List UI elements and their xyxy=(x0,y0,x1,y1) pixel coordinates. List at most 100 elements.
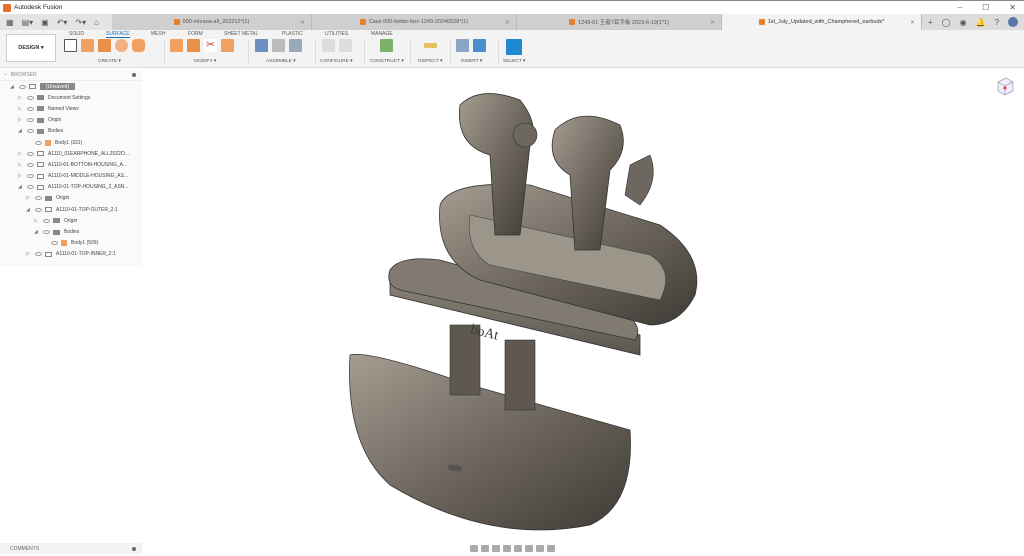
grid-settings-icon[interactable] xyxy=(536,545,544,552)
expanded-arrow-icon[interactable]: ◢ xyxy=(18,128,24,134)
pan-icon[interactable] xyxy=(492,545,500,552)
tab-manage[interactable]: MANAGE xyxy=(371,31,393,37)
delete-face-icon[interactable] xyxy=(187,39,200,52)
browser-tree-item[interactable]: ▷ A1110-01-TOP-INNER_2:1 xyxy=(0,249,142,260)
notifications-icon[interactable]: 🔔 xyxy=(976,18,986,27)
visibility-eye-icon[interactable] xyxy=(27,162,34,167)
new-component-icon[interactable] xyxy=(255,39,268,52)
loft-icon[interactable] xyxy=(132,39,145,52)
construct-group-label[interactable]: CONSTRUCT ▾ xyxy=(370,59,404,64)
visibility-eye-icon[interactable] xyxy=(35,207,42,212)
close-tab-icon[interactable]: ✕ xyxy=(300,19,305,26)
browser-tree-item[interactable]: ◢ (Unsaved) xyxy=(0,81,142,92)
browser-tree-item[interactable]: ▷ Origin xyxy=(0,215,142,226)
apps-grid-icon[interactable]: ▦ xyxy=(6,18,14,27)
assemble-group-label[interactable]: ASSEMBLE ▾ xyxy=(266,59,296,64)
collapsed-arrow-icon[interactable]: ▷ xyxy=(18,95,24,101)
expanded-arrow-icon[interactable]: ◢ xyxy=(10,84,16,90)
collapsed-arrow-icon[interactable]: ▷ xyxy=(18,162,24,168)
visibility-eye-icon[interactable] xyxy=(27,174,34,179)
modify-group-label[interactable]: MODIFY ▾ xyxy=(194,59,216,64)
browser-tree-item[interactable]: ◢ A1110-01-TOP-HOUSING_2_ASN... xyxy=(0,182,142,193)
visibility-eye-icon[interactable] xyxy=(27,151,34,156)
viewports-icon[interactable] xyxy=(547,545,555,552)
new-tab-icon[interactable]: + xyxy=(928,18,933,27)
select-icon[interactable] xyxy=(506,39,522,55)
browser-tree-item[interactable]: ▷ Origin xyxy=(0,115,142,126)
offset-icon[interactable] xyxy=(170,39,183,52)
help-icon[interactable]: ? xyxy=(995,18,999,27)
minimize-icon[interactable]: – xyxy=(958,3,962,12)
measure-icon[interactable] xyxy=(424,43,437,48)
visibility-eye-icon[interactable] xyxy=(35,252,42,257)
maximize-icon[interactable]: ☐ xyxy=(982,3,989,12)
extrude-icon[interactable] xyxy=(81,39,94,52)
collapsed-arrow-icon[interactable]: ▷ xyxy=(26,251,32,257)
close-tab-icon[interactable]: ✕ xyxy=(910,19,915,26)
workspace-switcher[interactable]: DESIGN ▾ xyxy=(6,34,56,62)
browser-tree-item[interactable]: ▷ A1110_01EARPHONE_ALL2022O... xyxy=(0,148,142,159)
tab-solid[interactable]: SOLID xyxy=(69,31,84,37)
collapsed-arrow-icon[interactable]: ▷ xyxy=(18,106,24,112)
close-tab-icon[interactable]: ✕ xyxy=(710,19,715,26)
configuration-table-icon[interactable] xyxy=(339,39,352,52)
create-group-label[interactable]: CREATE ▾ xyxy=(98,59,121,64)
visibility-eye-icon[interactable] xyxy=(27,129,34,134)
visibility-eye-icon[interactable] xyxy=(35,140,42,145)
avatar[interactable] xyxy=(1008,17,1019,27)
construct-plane-icon[interactable] xyxy=(380,39,393,52)
insert-image-icon[interactable] xyxy=(473,39,486,52)
insert-derive-icon[interactable] xyxy=(456,39,469,52)
pin-icon[interactable] xyxy=(132,73,136,77)
create-sketch-icon[interactable] xyxy=(64,39,77,52)
close-tab-icon[interactable]: ✕ xyxy=(505,19,510,26)
tab-utilities[interactable]: UTILITIES xyxy=(325,31,348,37)
visibility-eye-icon[interactable] xyxy=(19,84,26,89)
collapsed-arrow-icon[interactable]: ▷ xyxy=(26,195,32,201)
visibility-eye-icon[interactable] xyxy=(27,118,34,123)
viewcube[interactable] xyxy=(996,76,1014,96)
sweep-icon[interactable] xyxy=(115,39,128,52)
visibility-eye-icon[interactable] xyxy=(35,196,42,201)
tab-form[interactable]: FORM xyxy=(188,31,203,37)
revolve-icon[interactable] xyxy=(98,39,111,52)
expanded-arrow-icon[interactable]: ◢ xyxy=(34,229,40,235)
browser-tree-item[interactable]: ▷ Document Settings xyxy=(0,92,142,103)
insert-group-label[interactable]: INSERT ▾ xyxy=(461,59,482,64)
save-icon[interactable]: ▣ xyxy=(41,18,49,27)
fit-icon[interactable] xyxy=(514,545,522,552)
visibility-eye-icon[interactable] xyxy=(43,218,50,223)
comments-panel[interactable]: COMMENTS xyxy=(0,543,142,554)
browser-tree-item[interactable]: ◢ Bodies xyxy=(0,126,142,137)
document-tab[interactable]: Case 000-better-box-1249-20240528*(1) ✕ xyxy=(312,14,517,30)
collapsed-arrow-icon[interactable]: ▷ xyxy=(18,117,24,123)
collapse-icon[interactable]: – xyxy=(4,72,7,78)
job-status-icon[interactable]: ◯ xyxy=(942,18,951,27)
look-at-icon[interactable] xyxy=(481,545,489,552)
browser-tree-item[interactable]: ▷ A1110-01-BOTTOM-HOUSING_A... xyxy=(0,159,142,170)
tab-sheet-metal[interactable]: SHEET METAL xyxy=(224,31,258,37)
visibility-eye-icon[interactable] xyxy=(27,185,34,190)
document-tab[interactable]: 000-nirvana-all_202212*(1) ✕ xyxy=(112,14,312,30)
collapsed-arrow-icon[interactable]: ▷ xyxy=(34,218,40,224)
tab-mesh[interactable]: MESH xyxy=(151,31,165,37)
browser-tree-item[interactable]: Body1 (331) xyxy=(0,137,142,148)
browser-tree-item[interactable]: Body1 (509) xyxy=(0,238,142,249)
file-menu-icon[interactable]: ▤▾ xyxy=(22,18,34,27)
configure-group-label[interactable]: CONFIGURE ▾ xyxy=(320,59,353,64)
collapsed-arrow-icon[interactable]: ▷ xyxy=(18,151,24,157)
joint-icon[interactable] xyxy=(272,39,285,52)
tab-plastic[interactable]: PLASTIC xyxy=(282,31,303,37)
expanded-arrow-icon[interactable]: ◢ xyxy=(26,207,32,213)
browser-tree-item[interactable]: ◢ A1110-01-TOP-OUTER_2:1 xyxy=(0,204,142,215)
visibility-eye-icon[interactable] xyxy=(43,230,50,235)
trim-icon[interactable]: ✂ xyxy=(204,39,217,52)
select-group-label[interactable]: SELECT ▾ xyxy=(503,59,525,64)
close-icon[interactable]: ✕ xyxy=(1009,3,1016,12)
inspect-group-label[interactable]: INSPECT ▾ xyxy=(418,59,442,64)
earbuds-case-3d-model[interactable]: boAt xyxy=(330,85,750,535)
comments-pin-icon[interactable] xyxy=(132,546,136,551)
visibility-eye-icon[interactable] xyxy=(51,241,58,246)
configure-icon[interactable] xyxy=(322,39,335,52)
display-settings-icon[interactable] xyxy=(525,545,533,552)
